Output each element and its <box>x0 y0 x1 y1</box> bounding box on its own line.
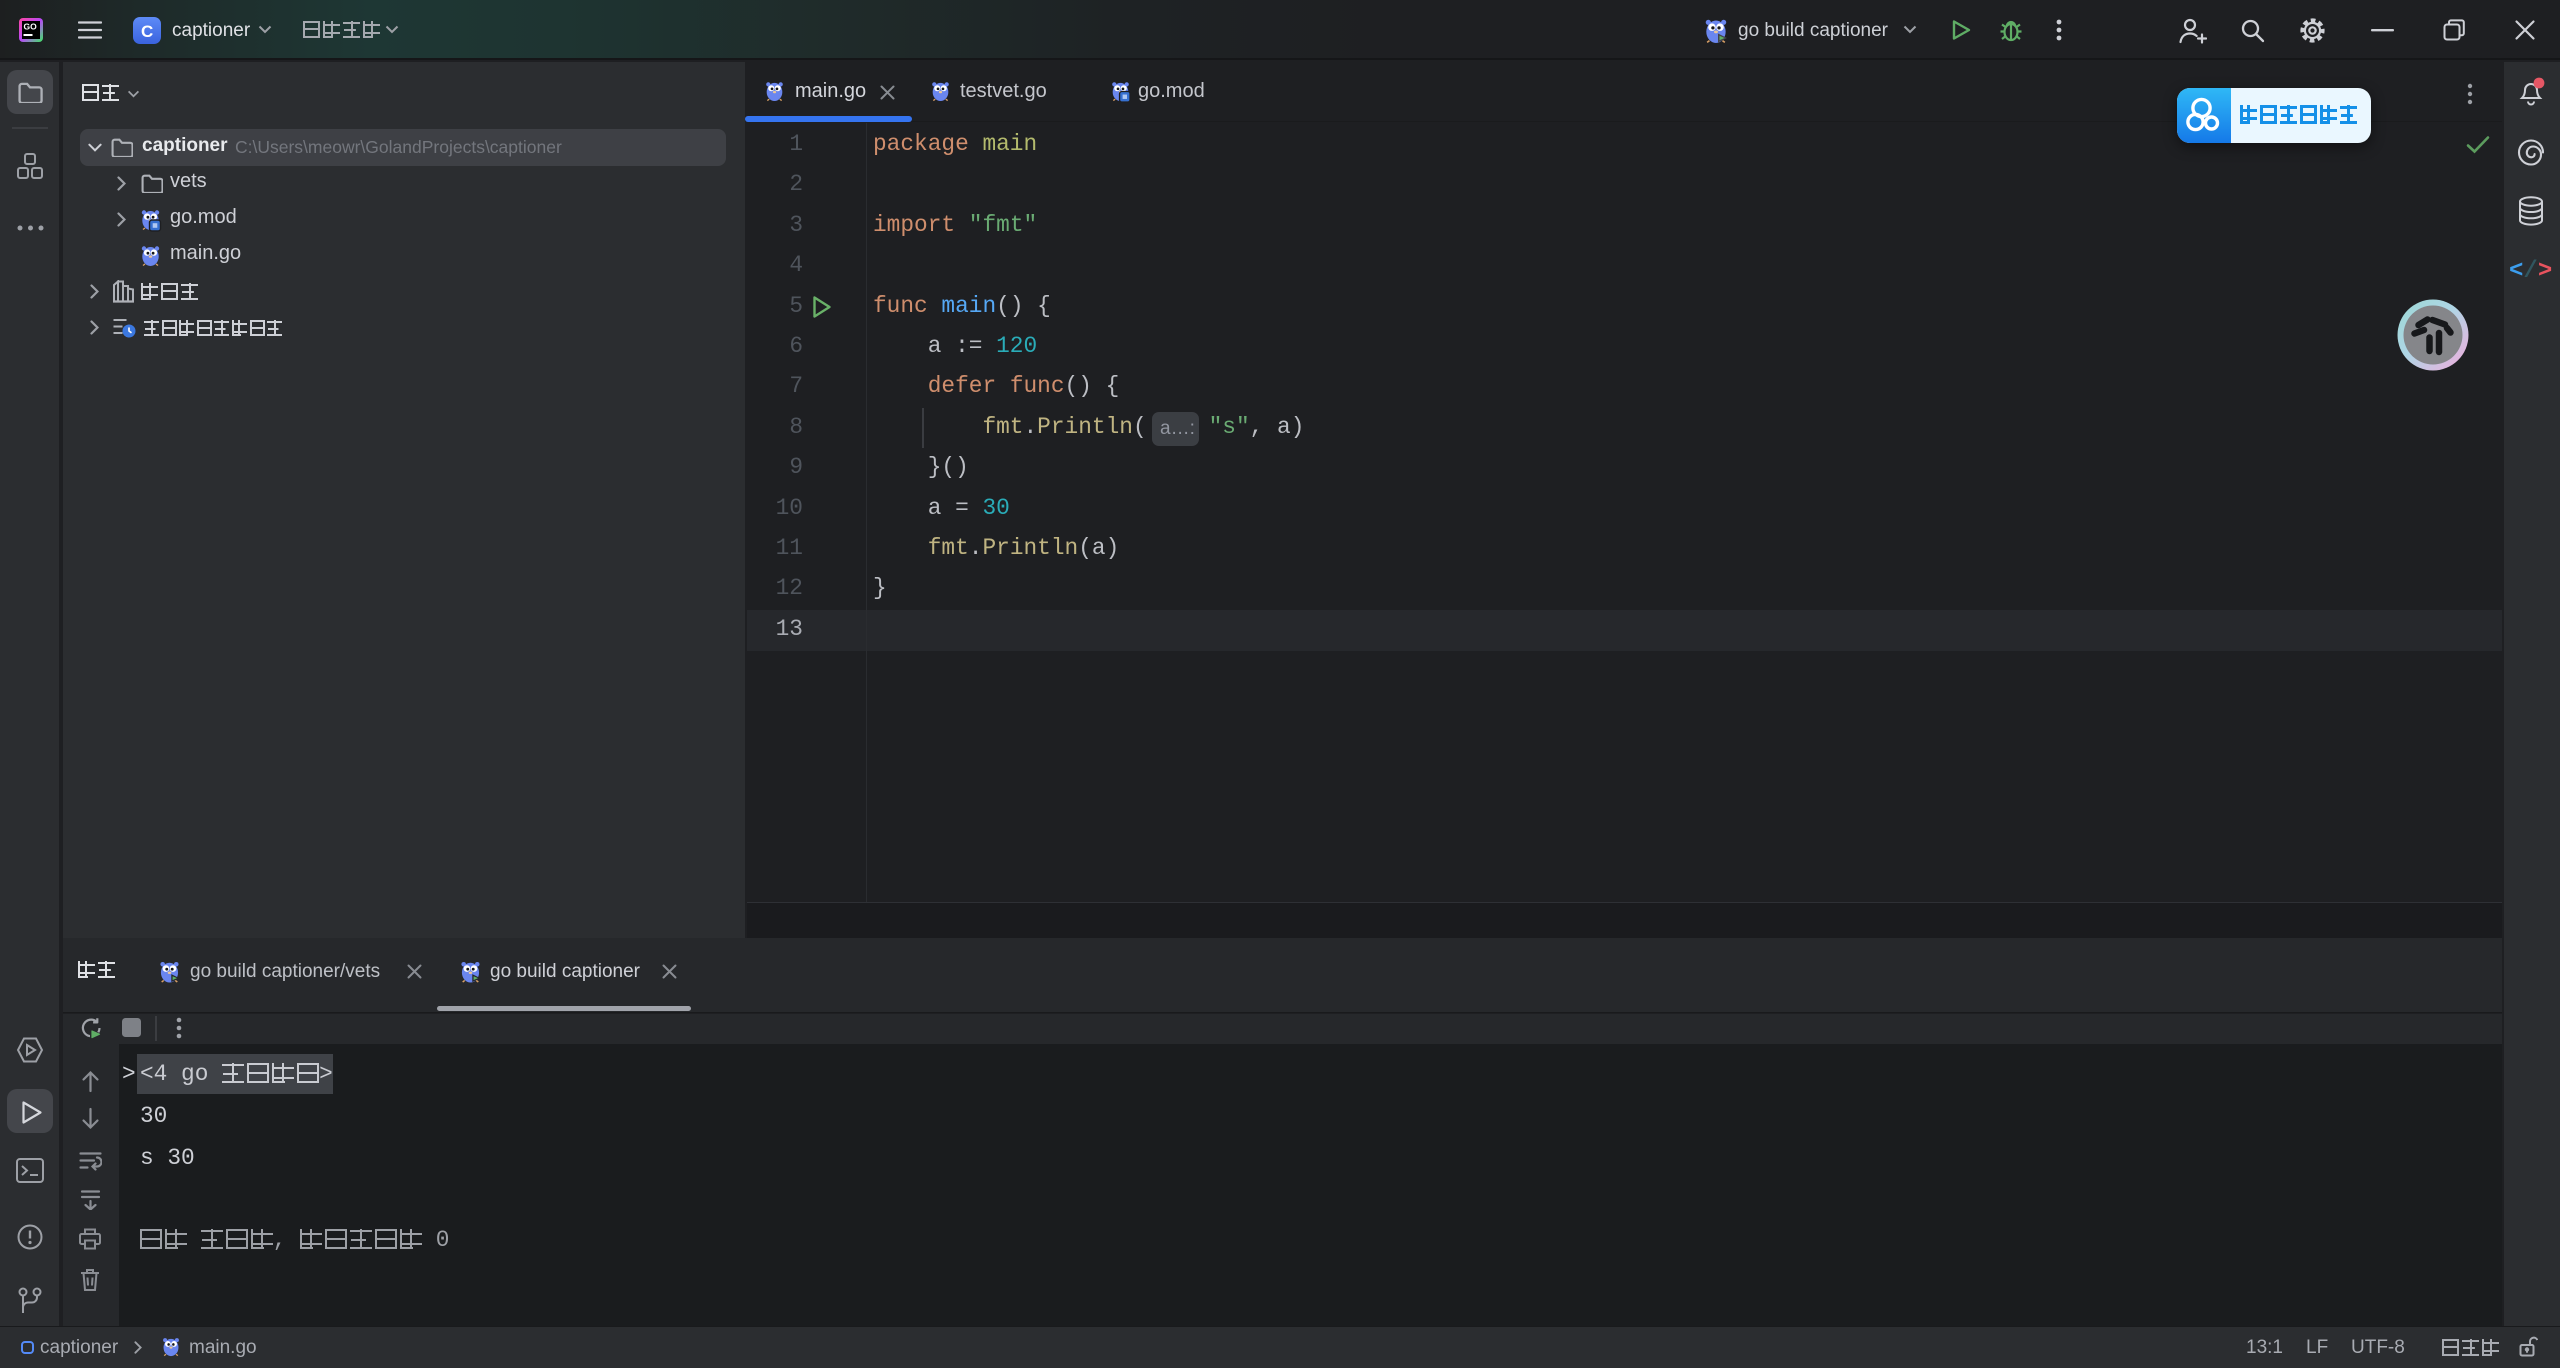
svg-text:C: C <box>141 22 153 41</box>
svg-text:GO: GO <box>24 22 38 32</box>
